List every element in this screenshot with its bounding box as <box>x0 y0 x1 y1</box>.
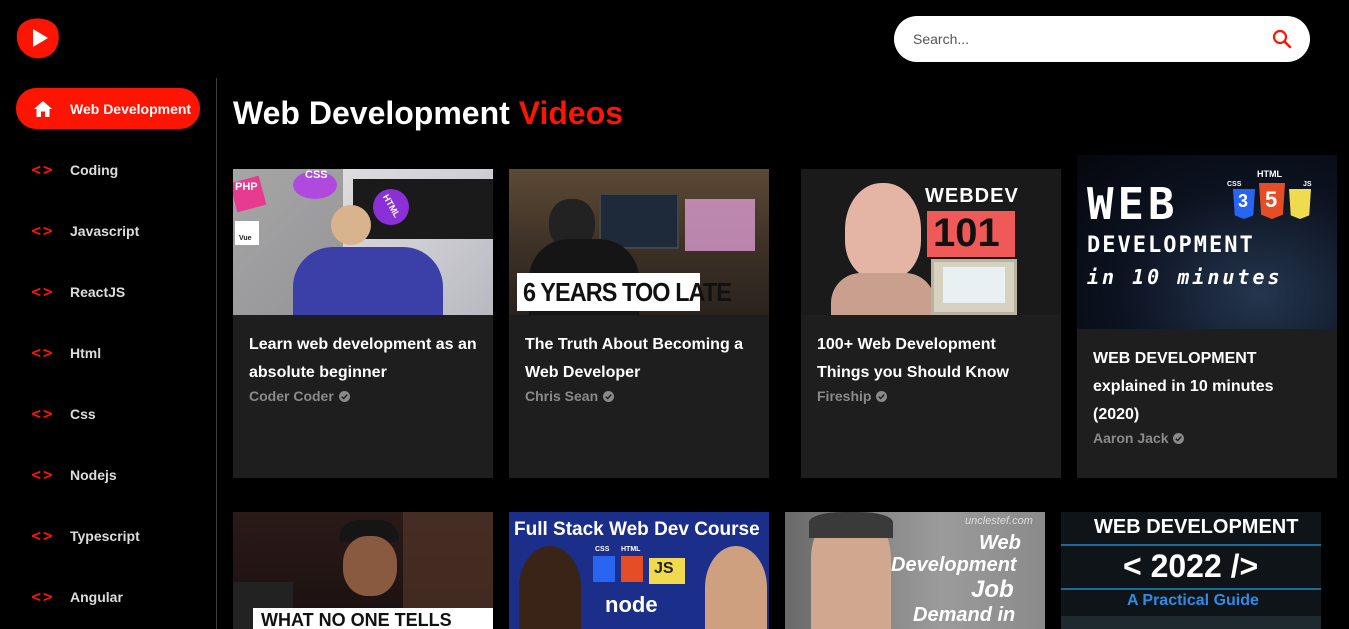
video-info: Learn web development as an absolute beg… <box>233 315 493 478</box>
video-card[interactable]: WHAT NO ONE TELLS YOU <box>233 512 493 629</box>
thumb-label: Job <box>971 576 1014 603</box>
video-thumbnail[interactable]: WHAT NO ONE TELLS YOU <box>233 512 493 629</box>
sidebar-item-label: Coding <box>70 161 119 178</box>
channel-label: Fireship <box>817 388 872 404</box>
thumb-label: Vue <box>239 235 252 242</box>
sidebar-item-reactjs[interactable]: <> ReactJS <box>16 271 200 312</box>
code-icon: <> <box>31 526 55 545</box>
sidebar-item-label: Angular <box>70 588 123 605</box>
sidebar-item-html[interactable]: <> Html <box>16 332 200 373</box>
video-thumbnail[interactable]: Full Stack Web Dev Course CSS HTML JS no… <box>509 512 769 629</box>
thumb-label: Web <box>979 532 1021 554</box>
home-icon <box>24 100 62 118</box>
thumb-label: CSS <box>305 169 328 181</box>
video-card[interactable]: Full Stack Web Dev Course CSS HTML JS no… <box>509 512 769 629</box>
channel-label: Coder Coder <box>249 388 334 404</box>
video-thumbnail[interactable]: WEBDEV 101 <box>801 169 1061 315</box>
sidebar-item-label: Typescript <box>70 527 140 544</box>
sidebar-item-javascript[interactable]: <> Javascript <box>16 210 200 251</box>
thumb-label: < 2022 /> <box>1123 548 1259 584</box>
thumb-label: HTML <box>621 546 641 553</box>
channel-name[interactable]: Coder Coder <box>249 388 477 404</box>
thumb-label: in 10 minutes <box>1087 265 1283 289</box>
thumb-label: PHP <box>235 181 258 193</box>
channel-name[interactable]: Aaron Jack <box>1093 430 1321 446</box>
video-thumbnail[interactable]: PHP CSS HTML Vue <box>233 169 493 315</box>
sidebar-item-label: Css <box>70 405 96 422</box>
sidebar-item-label: Javascript <box>70 222 140 239</box>
verified-check-icon <box>1173 432 1185 444</box>
thumb-label: A Practical Guide <box>1127 592 1259 609</box>
thumb-label: WEBDEV <box>925 185 1019 207</box>
channel-label: Aaron Jack <box>1093 430 1169 446</box>
thumb-label: 5 <box>1265 187 1278 212</box>
sidebar-item-typescript[interactable]: <> Typescript <box>16 515 200 556</box>
sidebar-item-angular[interactable]: <> Angular <box>16 576 200 617</box>
verified-check-icon <box>603 390 615 402</box>
channel-name[interactable]: Chris Sean <box>525 388 753 404</box>
thumb-label: WEB DEVELOPMENT <box>1094 516 1299 538</box>
youtube-logo-icon[interactable] <box>16 16 60 60</box>
search-icon <box>1272 29 1292 49</box>
sidebar-item-label: Nodejs <box>70 466 117 483</box>
video-card[interactable]: WEB DEVELOPMENT < 2022 /> A Practical Gu… <box>1061 512 1321 629</box>
video-title[interactable]: The Truth About Becoming a Web Developer <box>525 331 753 387</box>
video-card[interactable]: 6 YEARS TOO LATE The Truth About Becomin… <box>509 169 769 478</box>
thumb-label: Full Stack Web Dev Course <box>514 519 760 540</box>
verified-check-icon <box>876 390 888 402</box>
video-title[interactable]: WEB DEVELOPMENT explained in 10 minutes … <box>1093 345 1321 429</box>
video-info: WEB DEVELOPMENT explained in 10 minutes … <box>1077 329 1337 478</box>
video-thumbnail[interactable]: WEB DEVELOPMENT in 10 minutes HTML CSS J… <box>1077 155 1337 329</box>
sidebar-item-web-development[interactable]: Web Development <box>16 88 200 129</box>
video-card[interactable]: PHP CSS HTML Vue Learn web development a… <box>233 169 493 478</box>
search-bar <box>894 16 1310 62</box>
code-icon: <> <box>31 282 55 301</box>
code-icon: <> <box>31 404 55 423</box>
sidebar-item-label: ReactJS <box>70 283 126 300</box>
sidebar-item-nodejs[interactable]: <> Nodejs <box>16 454 200 495</box>
page-title-main: Web Development <box>233 95 510 131</box>
thumb-label: 101 <box>933 211 1000 255</box>
verified-check-icon <box>338 390 350 402</box>
thumb-label: CSS <box>595 546 610 553</box>
thumb-label: JS <box>654 560 674 577</box>
channel-label: Chris Sean <box>525 388 599 404</box>
thumb-label: node <box>605 592 658 617</box>
thumb-label: WHAT NO ONE TELLS YOU <box>261 610 452 629</box>
video-card[interactable]: WEB DEVELOPMENT in 10 minutes HTML CSS J… <box>1077 155 1337 478</box>
sidebar-item-label: Web Development <box>70 100 192 117</box>
page-title-accent: Videos <box>518 95 624 131</box>
sidebar-item-label: Html <box>70 344 102 361</box>
thumb-label: Demand in <box>913 604 1016 626</box>
video-thumbnail[interactable]: unclestef.com Web Development Job Demand… <box>785 512 1045 629</box>
sidebar-item-css[interactable]: <> Css <box>16 393 200 434</box>
video-thumbnail[interactable]: 6 YEARS TOO LATE <box>509 169 769 315</box>
video-card[interactable]: unclestef.com Web Development Job Demand… <box>785 512 1045 629</box>
page-title: Web Development Videos <box>233 95 623 132</box>
channel-name[interactable]: Fireship <box>817 388 1045 404</box>
video-title[interactable]: 100+ Web Development Things you Should K… <box>817 331 1045 387</box>
code-icon: <> <box>31 221 55 240</box>
thumb-label: DEVELOPMENT <box>1087 233 1255 258</box>
thumb-label: JS <box>1303 181 1312 188</box>
code-icon: <> <box>31 343 55 362</box>
video-thumbnail[interactable]: WEB DEVELOPMENT < 2022 /> A Practical Gu… <box>1061 512 1321 629</box>
search-button[interactable] <box>1268 25 1296 53</box>
sidebar-item-coding[interactable]: <> Coding <box>16 149 200 190</box>
video-info: 100+ Web Development Things you Should K… <box>801 315 1061 478</box>
video-info: The Truth About Becoming a Web Developer… <box>509 315 769 478</box>
thumb-label: 6 YEARS TOO LATE <box>523 277 732 307</box>
thumb-label: WEB <box>1087 179 1179 230</box>
video-card[interactable]: WEBDEV 101 100+ Web Development Things y… <box>801 169 1061 478</box>
code-icon: <> <box>31 587 55 606</box>
thumb-label: Development <box>891 554 1017 576</box>
thumb-label: unclestef.com <box>965 515 1033 527</box>
code-icon: <> <box>31 160 55 179</box>
thumb-label: HTML <box>1257 169 1282 179</box>
thumb-label: CSS <box>1227 181 1242 188</box>
search-input[interactable] <box>913 31 1268 47</box>
thumb-label: 3 <box>1238 191 1249 211</box>
video-title[interactable]: Learn web development as an absolute beg… <box>249 331 477 387</box>
code-icon: <> <box>31 465 55 484</box>
